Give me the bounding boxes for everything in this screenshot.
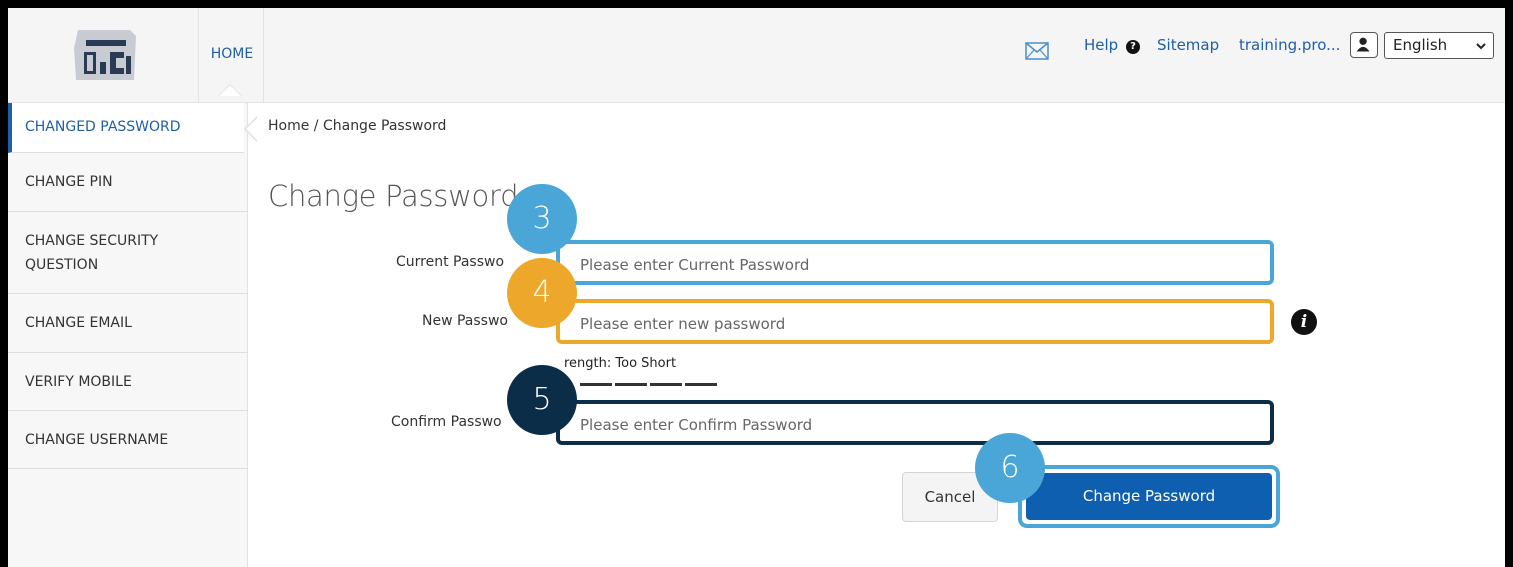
- user-icon: [1356, 37, 1370, 52]
- new-password-field[interactable]: [556, 299, 1274, 344]
- sidebar-item-verify-mobile[interactable]: VERIFY MOBILE: [8, 353, 248, 411]
- home-tab[interactable]: HOME: [198, 8, 264, 103]
- current-password-field[interactable]: [556, 240, 1274, 285]
- info-icon[interactable]: i: [1291, 309, 1317, 335]
- home-tab-label: HOME: [210, 46, 254, 62]
- step-callout-4: 4: [507, 258, 577, 328]
- logo-icon[interactable]: [72, 28, 139, 84]
- password-strength-text: rength: Too Short: [564, 356, 677, 371]
- chevron-down-icon: [1476, 43, 1486, 50]
- help-label: Help: [1084, 36, 1119, 54]
- home-caret: [219, 85, 241, 96]
- language-select-value: English: [1393, 36, 1448, 54]
- confirm-password-input[interactable]: [568, 412, 1266, 437]
- new-password-label: New Passwo: [422, 313, 508, 329]
- top-header: HOME Help ? Sitemap training.pro... Engl…: [8, 8, 1505, 103]
- language-select[interactable]: English: [1384, 32, 1494, 59]
- username-link[interactable]: training.pro...: [1239, 36, 1340, 54]
- breadcrumb: Home / Change Password: [268, 118, 447, 134]
- sidebar: CHANGED PASSWORD CHANGE PIN CHANGE SECUR…: [8, 103, 258, 567]
- mail-icon[interactable]: [1025, 42, 1049, 60]
- sidebar-item-change-email[interactable]: CHANGE EMAIL: [8, 294, 248, 353]
- strength-meter-segment: [615, 383, 647, 386]
- logo-cell: [8, 8, 198, 103]
- sidebar-item-change-username[interactable]: CHANGE USERNAME: [8, 411, 248, 469]
- sidebar-item-label: CHANGE PIN: [25, 174, 113, 190]
- current-password-label: Current Passwo: [396, 254, 505, 270]
- step-callout-5: 5: [507, 365, 577, 435]
- change-password-button-highlight: Change Password: [1018, 465, 1280, 528]
- strength-meter-segment: [580, 383, 612, 386]
- sidebar-item-label: CHANGE USERNAME: [25, 432, 169, 448]
- help-link[interactable]: Help ?: [1084, 36, 1140, 54]
- sitemap-link[interactable]: Sitemap: [1157, 36, 1219, 54]
- step-callout-6: 6: [975, 433, 1045, 503]
- change-password-button[interactable]: Change Password: [1026, 473, 1272, 520]
- user-menu-button[interactable]: [1350, 32, 1378, 58]
- new-password-input[interactable]: [568, 311, 1266, 336]
- current-password-input[interactable]: [568, 252, 1266, 277]
- sidebar-item-label: VERIFY MOBILE: [25, 374, 132, 390]
- sidebar-item-changed-password[interactable]: CHANGED PASSWORD: [8, 103, 244, 153]
- question-icon: ?: [1125, 40, 1140, 54]
- strength-meter-segment: [685, 383, 717, 386]
- sidebar-item-change-pin[interactable]: CHANGE PIN: [8, 153, 248, 212]
- app-frame: HOME Help ? Sitemap training.pro... Engl…: [8, 8, 1505, 567]
- page-title: Change Password: [268, 179, 519, 213]
- confirm-password-field[interactable]: [556, 400, 1274, 445]
- strength-meter-segment: [650, 383, 682, 386]
- sidebar-item-label: CHANGE EMAIL: [25, 315, 132, 331]
- sidebar-item-label: CHANGED PASSWORD: [25, 119, 181, 135]
- active-indicator-arrow-fill: [246, 117, 258, 141]
- confirm-password-label: Confirm Passwo: [391, 414, 502, 430]
- sidebar-item-label: CHANGE SECURITY QUESTION: [25, 233, 159, 273]
- sidebar-item-change-security-question[interactable]: CHANGE SECURITY QUESTION: [8, 212, 248, 294]
- step-callout-3: 3: [507, 184, 577, 254]
